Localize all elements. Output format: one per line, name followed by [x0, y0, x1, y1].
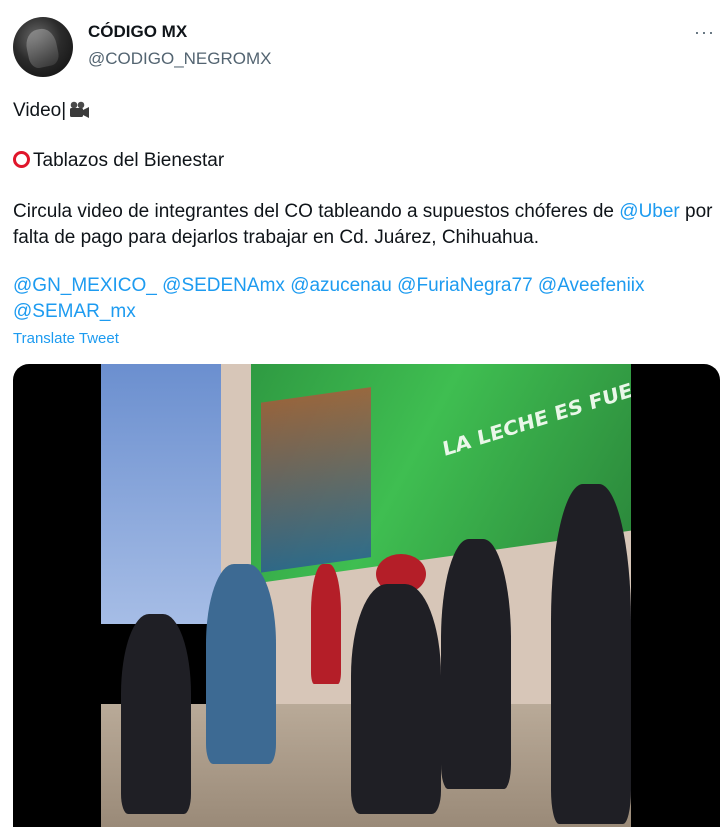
mention-link[interactable]: @SEDENAmx — [162, 275, 285, 296]
separator: | — [61, 100, 67, 121]
video-player[interactable]: LA LECHE ES FUENTE — [13, 364, 720, 827]
mention-link[interactable]: @Aveefeniix — [538, 275, 645, 296]
video-label: Video — [13, 100, 62, 121]
author-handle[interactable]: @CODIGO_NEGROMX — [88, 49, 272, 69]
person-figure — [206, 564, 276, 764]
tweet-body: Circula video de integrantes del CO tabl… — [13, 199, 718, 251]
tweet-mentions: @GN_MEXICO_ @SEDENAmx @azucenau @FuriaNe… — [13, 273, 718, 325]
author-avatar[interactable] — [13, 17, 73, 77]
translate-tweet-link[interactable]: Translate Tweet — [13, 330, 119, 347]
tweet-line-title: Tablazos del Bienestar — [13, 148, 224, 174]
person-figure — [311, 564, 341, 684]
author-name[interactable]: CÓDIGO MX — [88, 22, 187, 42]
mention-link[interactable]: @GN_MEXICO_ — [13, 275, 157, 296]
body-text-1: Circula video de integrantes del CO tabl… — [13, 201, 614, 222]
person-figure — [441, 539, 511, 789]
tweet-line-video: Video| — [13, 98, 90, 127]
mention-link[interactable]: @azucenau — [290, 275, 392, 296]
title-text: Tablazos del Bienestar — [33, 150, 225, 171]
video-frame[interactable]: LA LECHE ES FUENTE — [101, 364, 631, 827]
mention-link[interactable]: @FuriaNegra77 — [397, 275, 532, 296]
mention-uber[interactable]: @Uber — [619, 201, 679, 222]
mention-link[interactable]: @SEMAR_mx — [13, 301, 136, 322]
person-figure — [351, 584, 441, 814]
more-options-icon[interactable]: ··· — [694, 22, 715, 43]
movie-camera-icon — [68, 101, 90, 127]
person-figure — [121, 614, 191, 814]
billboard-text: LA LECHE ES FUENTE — [440, 364, 631, 462]
person-figure — [551, 484, 631, 824]
red-hollow-circle-icon — [13, 151, 30, 168]
